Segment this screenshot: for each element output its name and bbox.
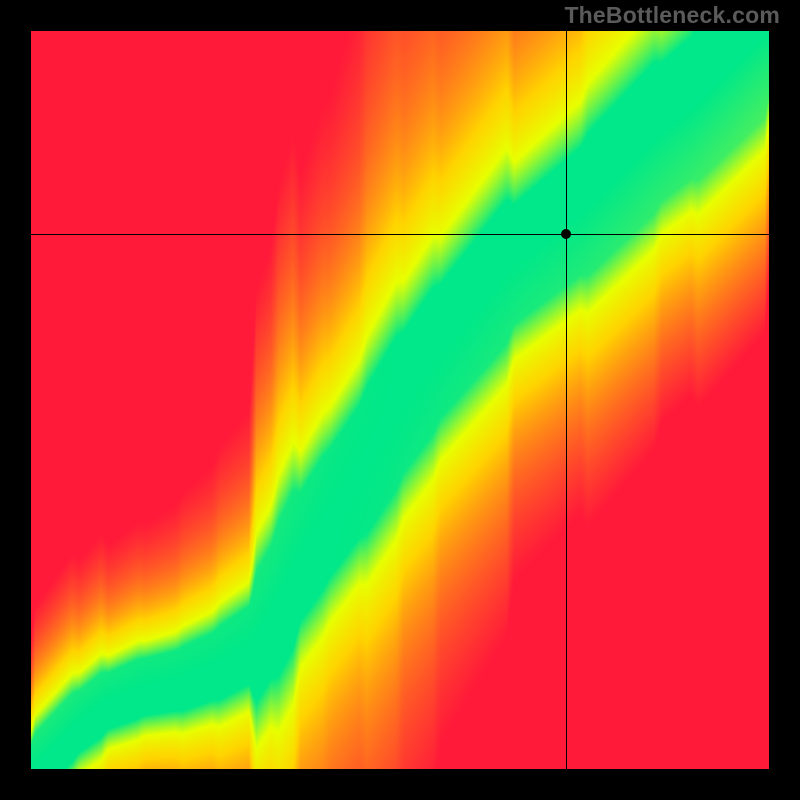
crosshair-vertical [566,31,567,769]
heatmap-canvas [31,31,769,769]
data-point-marker [561,229,571,239]
watermark-text: TheBottleneck.com [564,2,780,29]
crosshair-horizontal [31,234,769,235]
plot-area [31,31,769,769]
chart-frame: TheBottleneck.com [0,0,800,800]
